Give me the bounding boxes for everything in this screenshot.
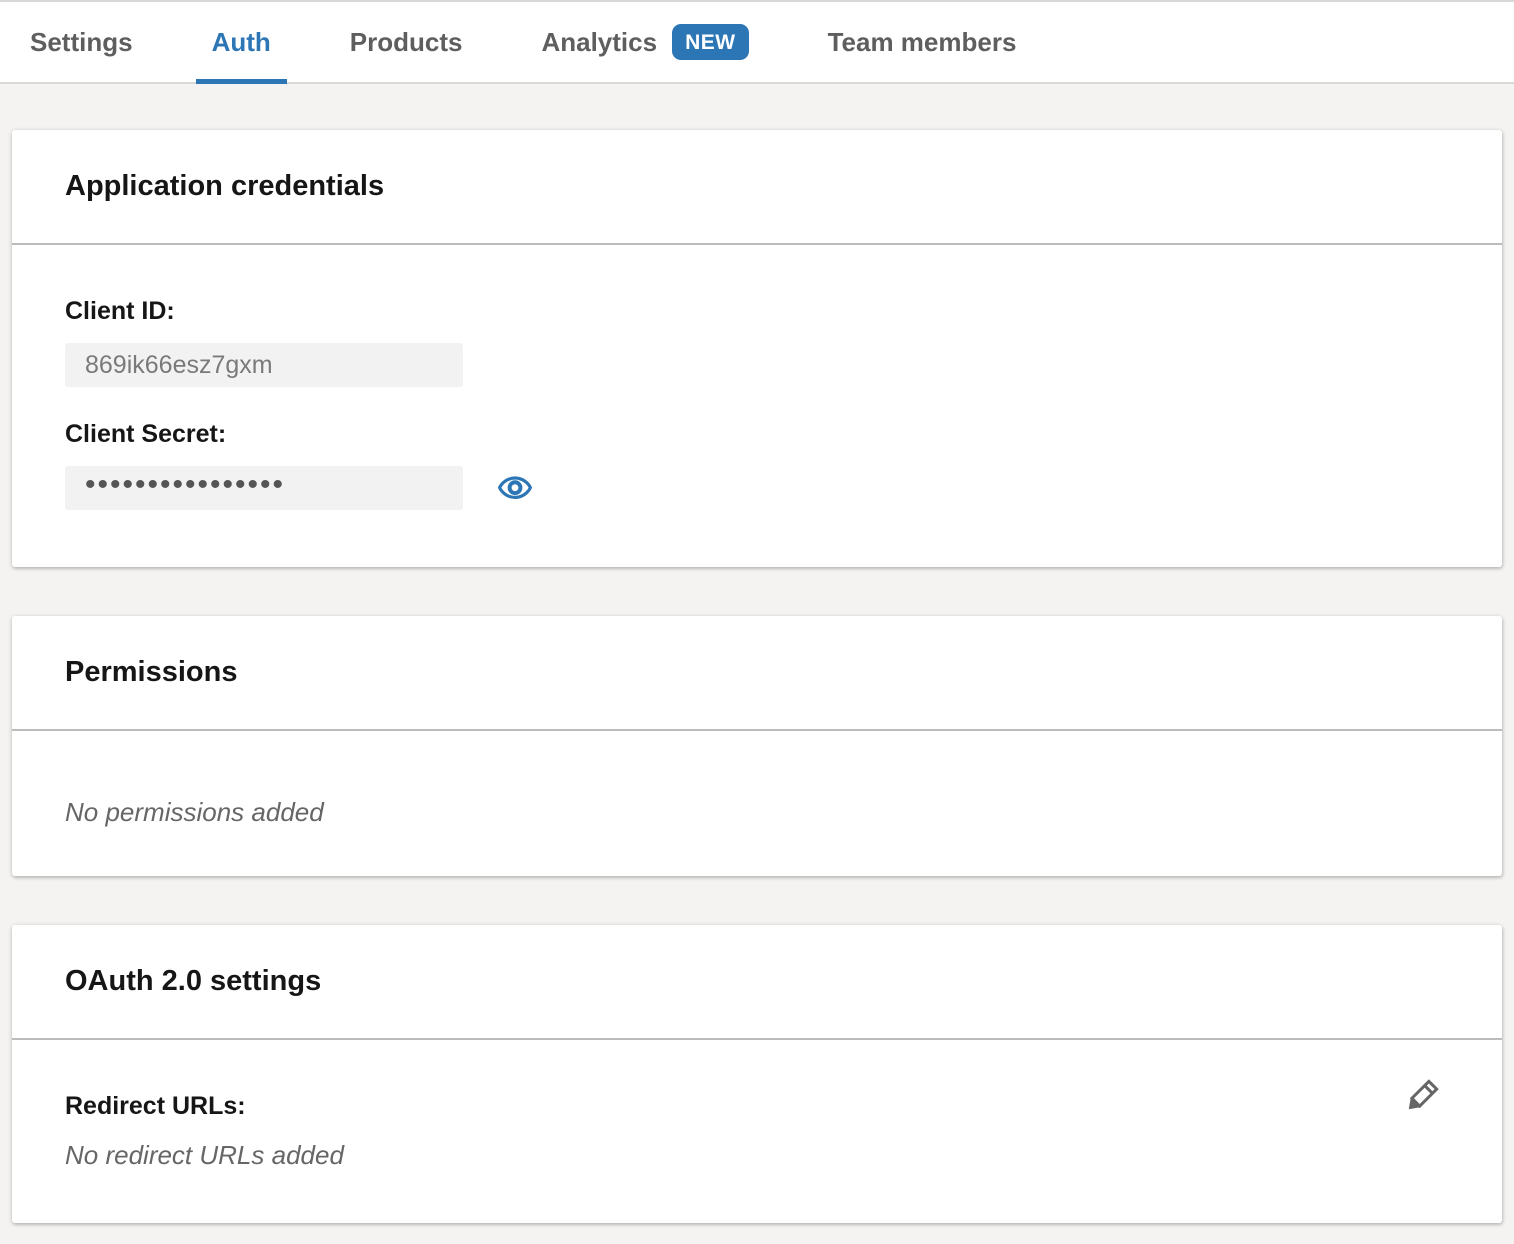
permissions-body: No permissions added — [12, 731, 1502, 876]
client-id-value: 869ik66esz7gxm — [85, 351, 273, 380]
oauth-settings-header: OAuth 2.0 settings — [12, 925, 1502, 1040]
redirect-urls-empty-text: No redirect URLs added — [65, 1140, 1449, 1171]
tab-analytics[interactable]: Analytics NEW — [541, 2, 748, 82]
permissions-card: Permissions No permissions added — [12, 616, 1502, 876]
tab-auth[interactable]: Auth — [212, 2, 271, 82]
client-secret-row: •••••••••••••••• — [65, 466, 1449, 510]
permissions-empty-text: No permissions added — [65, 797, 1449, 828]
application-credentials-card: Application credentials Client ID: 869ik… — [12, 130, 1502, 567]
eye-icon — [497, 472, 533, 504]
tab-auth-label: Auth — [212, 27, 271, 58]
tab-bar: Settings Auth Products Analytics NEW Tea… — [0, 0, 1514, 84]
permissions-header: Permissions — [12, 616, 1502, 731]
tab-team-members[interactable]: Team members — [828, 2, 1017, 82]
client-id-field[interactable]: 869ik66esz7gxm — [65, 343, 463, 387]
tab-products[interactable]: Products — [350, 2, 463, 82]
permissions-title: Permissions — [65, 656, 237, 689]
tab-products-label: Products — [350, 27, 463, 58]
application-credentials-body: Client ID: 869ik66esz7gxm Client Secret:… — [12, 245, 1502, 567]
tab-team-members-label: Team members — [828, 27, 1017, 58]
tab-settings-label: Settings — [30, 27, 133, 58]
client-secret-field[interactable]: •••••••••••••••• — [65, 466, 463, 510]
oauth-settings-title: OAuth 2.0 settings — [65, 965, 321, 998]
edit-redirect-urls-button[interactable] — [1400, 1070, 1446, 1118]
application-credentials-header: Application credentials — [12, 130, 1502, 245]
client-id-label: Client ID: — [65, 297, 1449, 326]
reveal-secret-button[interactable] — [497, 472, 533, 504]
client-secret-label: Client Secret: — [65, 420, 1449, 449]
redirect-urls-label: Redirect URLs: — [65, 1092, 1449, 1121]
application-credentials-title: Application credentials — [65, 170, 384, 203]
auth-tab-content: Application credentials Client ID: 869ik… — [0, 84, 1514, 1223]
tab-analytics-label: Analytics — [541, 27, 657, 58]
tab-settings[interactable]: Settings — [30, 2, 133, 82]
oauth-settings-card: OAuth 2.0 settings Redirect URLs: No red… — [12, 925, 1502, 1223]
oauth-settings-body: Redirect URLs: No redirect URLs added — [12, 1040, 1502, 1223]
new-badge: NEW — [672, 24, 749, 60]
pencil-icon — [1400, 1070, 1446, 1118]
